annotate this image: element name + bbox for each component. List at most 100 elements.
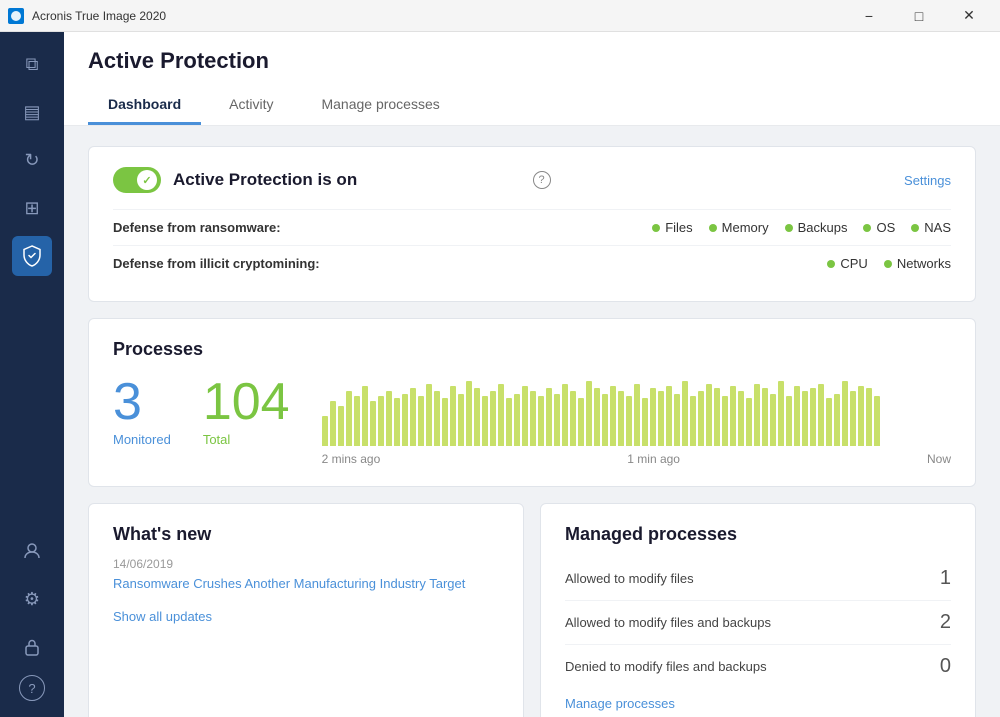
dot-networks	[884, 260, 892, 268]
tag-memory: Memory	[709, 220, 769, 235]
chart-bar	[394, 398, 400, 446]
sidebar-item-user[interactable]	[12, 531, 52, 571]
chart-bar	[546, 388, 552, 446]
chart-bar	[818, 384, 824, 446]
dot-memory	[709, 224, 717, 232]
tab-dashboard[interactable]: Dashboard	[88, 86, 201, 125]
tabs: Dashboard Activity Manage processes	[88, 86, 976, 125]
tag-cpu-label: CPU	[840, 256, 867, 271]
toggle-knob: ✓	[137, 170, 157, 190]
chart-bar	[834, 394, 840, 446]
defense-ransomware-row: Defense from ransomware: Files Memory Ba…	[113, 209, 951, 245]
news-link[interactable]: Ransomware Crushes Another Manufacturing…	[113, 575, 499, 593]
chart-bar	[458, 394, 464, 446]
tag-files: Files	[652, 220, 692, 235]
minimize-button[interactable]: −	[846, 0, 892, 32]
close-button[interactable]: ✕	[946, 0, 992, 32]
chart-bar	[730, 386, 736, 446]
chart-bar	[618, 391, 624, 446]
chart-bar	[602, 394, 608, 446]
chart-bar	[410, 388, 416, 446]
chart-bar	[498, 384, 504, 446]
protection-toggle[interactable]: ✓	[113, 167, 161, 193]
manage-processes-link[interactable]: Manage processes	[565, 696, 951, 711]
tab-manage-processes[interactable]: Manage processes	[301, 86, 459, 125]
processes-content: 3 Monitored 104 Total 2 mins ago 1 min a…	[113, 376, 951, 466]
chart-bar	[778, 381, 784, 446]
sidebar-item-sync[interactable]: ↻	[12, 140, 52, 180]
total-label: Total	[203, 432, 230, 447]
managed-processes-card: Managed processes Allowed to modify file…	[540, 503, 976, 717]
show-all-updates-link[interactable]: Show all updates	[113, 609, 499, 624]
tab-activity[interactable]: Activity	[209, 86, 293, 125]
chart-bar	[746, 398, 752, 446]
managed-row-2-label: Denied to modify files and backups	[565, 659, 767, 674]
processes-title: Processes	[113, 339, 951, 360]
total-count: 104	[203, 376, 290, 428]
chart-bar	[482, 396, 488, 446]
chart-bar	[610, 386, 616, 446]
chart-bar	[402, 394, 408, 446]
chart-label-mid: 1 min ago	[627, 452, 680, 466]
tag-backups: Backups	[785, 220, 848, 235]
dot-cpu	[827, 260, 835, 268]
managed-processes-title: Managed processes	[565, 524, 951, 545]
process-chart: 2 mins ago 1 min ago Now	[322, 376, 951, 466]
chart-bar	[770, 394, 776, 446]
managed-row-0-label: Allowed to modify files	[565, 571, 694, 586]
chart-bar	[338, 406, 344, 446]
tag-os-label: OS	[876, 220, 895, 235]
settings-link[interactable]: Settings	[904, 173, 951, 188]
chart-bar	[418, 396, 424, 446]
news-date: 14/06/2019	[113, 557, 499, 571]
chart-bar	[538, 396, 544, 446]
app-icon	[8, 8, 24, 24]
sidebar-item-archive[interactable]: ▤	[12, 92, 52, 132]
chart-bar	[378, 396, 384, 446]
chart-bar	[362, 386, 368, 446]
defense-ransomware-tags: Files Memory Backups OS NAS	[313, 220, 951, 235]
chart-bar	[738, 391, 744, 446]
protection-card: ✓ Active Protection is on ? Settings Def…	[88, 146, 976, 302]
chart-bar	[346, 391, 352, 446]
processes-card: Processes 3 Monitored 104 Total 2 mins a…	[88, 318, 976, 487]
chart-bar	[850, 391, 856, 446]
protection-help-icon[interactable]: ?	[533, 171, 551, 189]
managed-row-0-count: 1	[940, 567, 951, 590]
defense-crypto-label: Defense from illicit cryptomining:	[113, 256, 320, 271]
tag-nas: NAS	[911, 220, 951, 235]
chart-bar	[682, 381, 688, 446]
chart-bar	[858, 386, 864, 446]
monitored-stat: 3 Monitored	[113, 376, 171, 447]
chart-bar	[354, 396, 360, 446]
chart-bar	[522, 386, 528, 446]
chart-bar	[674, 394, 680, 446]
main-content: ✓ Active Protection is on ? Settings Def…	[64, 126, 1000, 717]
chart-bar	[586, 381, 592, 446]
managed-row-0: Allowed to modify files 1	[565, 557, 951, 601]
protection-header: ✓ Active Protection is on ? Settings	[113, 167, 951, 193]
defense-crypto-row: Defense from illicit cryptomining: CPU N…	[113, 245, 951, 281]
toggle-check-icon: ✓	[142, 174, 151, 187]
tag-backups-label: Backups	[798, 220, 848, 235]
whats-new-title: What's new	[113, 524, 499, 545]
sidebar-item-grid[interactable]: ⊞	[12, 188, 52, 228]
sidebar-item-settings[interactable]: ⚙	[12, 579, 52, 619]
maximize-button[interactable]: □	[896, 0, 942, 32]
sidebar-item-lock[interactable]	[12, 627, 52, 667]
sidebar-item-copy[interactable]: ⧉	[12, 44, 52, 84]
sidebar-item-help[interactable]: ?	[19, 675, 45, 701]
chart-bar	[754, 384, 760, 446]
chart-bar	[714, 388, 720, 446]
whats-new-card: What's new 14/06/2019 Ransomware Crushes…	[88, 503, 524, 717]
content-area: Active Protection Dashboard Activity Man…	[64, 32, 1000, 717]
dot-backups	[785, 224, 793, 232]
sidebar-item-shield[interactable]	[12, 236, 52, 276]
chart-bar	[634, 384, 640, 446]
chart-bar	[786, 396, 792, 446]
chart-bar	[874, 396, 880, 446]
header: Active Protection Dashboard Activity Man…	[64, 32, 1000, 126]
chart-bars	[322, 376, 951, 446]
chart-bar	[434, 391, 440, 446]
dot-files	[652, 224, 660, 232]
